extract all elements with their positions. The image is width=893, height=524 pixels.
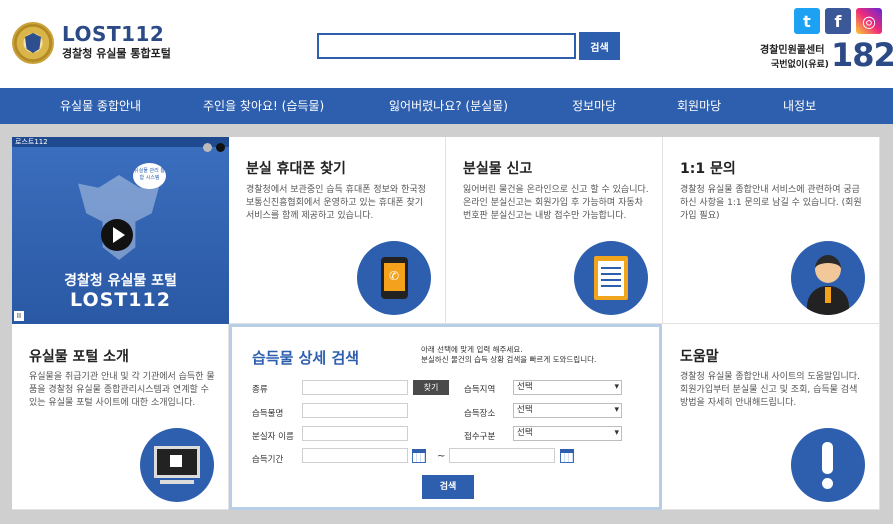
period-end-input[interactable] [449, 448, 555, 463]
label-kind: 종류 [252, 385, 268, 395]
video-top-label: 로스트112 [12, 137, 229, 147]
label-period: 습득기간 [252, 455, 284, 465]
place-select[interactable]: 선택 [513, 403, 622, 418]
card-inquiry-title: 1:1 문의 [680, 161, 736, 177]
counselor-icon [791, 241, 865, 315]
card-help-title: 도움말 [680, 349, 719, 365]
label-area: 습득지역 [464, 385, 496, 395]
facebook-icon[interactable]: f [825, 8, 851, 34]
card-help[interactable]: 도움말 경찰청 유실물 종합안내 사이트의 도움말입니다. 회원가입부터 분실물… [663, 324, 880, 510]
label-item-name: 습득물명 [252, 409, 284, 419]
logo-title[interactable]: LOST112 [62, 22, 164, 46]
card-report-title: 분실물 신고 [463, 161, 533, 177]
instagram-icon[interactable]: ◎ [856, 8, 882, 34]
card-phone-desc: 경찰청에서 보관중인 습득 휴대폰 정보와 한국정보통신진흥협회에서 운영하고 … [246, 185, 426, 221]
card-inquiry-desc: 경찰청 유실물 종합안내 서비스에 관련하여 궁금하신 사항을 1:1 문의로 … [680, 185, 862, 221]
main-nav: 유실물 종합안내 주인을 찾아요! (습득물) 잃어버렸나요? (분실물) 정보… [0, 88, 893, 124]
site-header: LOST112 경찰청 유실물 통합포털 검색 t f ◎ 경찰민원콜센터 국번… [0, 0, 893, 88]
search-button[interactable]: 검색 [579, 32, 620, 60]
phone-icon: ✆ [357, 241, 431, 315]
card-lost-report[interactable]: 분실물 신고 잃어버린 물건을 온라인으로 신고 할 수 있습니다. 온라인 분… [446, 137, 663, 324]
video-title-line1: 경찰청 유실물 포털 [64, 273, 177, 289]
report-clipboard-icon [574, 241, 648, 315]
area-select[interactable]: 선택 [513, 380, 622, 395]
kind-input[interactable] [302, 380, 408, 395]
search-note-line1: 아래 선택에 맞게 입력 해주세요. [421, 345, 523, 354]
search-panel-title: 습득물 상세 검색 [252, 349, 360, 367]
detail-search-button[interactable]: 검색 [422, 475, 474, 499]
card-help-desc: 경찰청 유실물 종합안내 사이트의 도움말입니다. 회원가입부터 분실물 신고 … [680, 372, 860, 408]
nav-item-members[interactable]: 회원마당 [677, 88, 721, 124]
call-center-label: 경찰민원콜센터 [760, 45, 825, 56]
receipt-select[interactable]: 선택 [513, 426, 622, 441]
calendar-start-icon[interactable] [412, 449, 426, 463]
period-tilde: ~ [437, 451, 446, 462]
period-start-input[interactable] [302, 448, 408, 463]
nav-item-info[interactable]: 정보마당 [572, 88, 616, 124]
card-report-desc: 잃어버린 물건을 온라인으로 신고 할 수 있습니다. 온라인 분실신고는 회원… [463, 185, 649, 221]
monitor-icon [140, 428, 214, 502]
twitter-icon[interactable]: t [794, 8, 820, 34]
search-panel-note: 아래 선택에 맞게 입력 해주세요. 분실하신 물건의 습득 상황 검색을 빠르… [421, 345, 596, 365]
nav-item-found[interactable]: 주인을 찾아요! (습득물) [203, 88, 324, 124]
card-portal-intro[interactable]: 유실물 포털 소개 유실물을 취급기관 안내 및 각 기관에서 습득한 물품을 … [12, 324, 229, 510]
card-phone-title: 분실 휴대폰 찾기 [246, 161, 346, 177]
call-center-number: 182 [831, 36, 893, 74]
calendar-end-icon[interactable] [560, 449, 574, 463]
card-intro-title: 유실물 포털 소개 [29, 349, 129, 365]
label-loser-name: 분실자 이름 [252, 432, 294, 442]
search-input[interactable] [317, 33, 576, 59]
label-receipt: 접수구분 [464, 432, 496, 442]
call-center-sub: 국번없이(유료) [771, 60, 829, 70]
video-badge: 유실물 관리 통합 시스템 [133, 163, 166, 189]
police-seal-icon[interactable] [12, 22, 54, 64]
nav-item-guide[interactable]: 유실물 종합안내 [60, 88, 141, 124]
pause-icon[interactable]: II [14, 311, 24, 321]
nav-item-lost[interactable]: 잃어버렸나요? (분실물) [389, 88, 508, 124]
exclamation-icon [791, 428, 865, 502]
card-inquiry[interactable]: 1:1 문의 경찰청 유실물 종합안내 서비스에 관련하여 궁금하신 사항을 1… [663, 137, 880, 324]
play-icon[interactable] [101, 219, 133, 251]
video-title-line2: LOST112 [70, 289, 171, 311]
card-intro-desc: 유실물을 취급기관 안내 및 각 기관에서 습득한 물품을 경찰청 유실물 종합… [29, 372, 215, 408]
logo-subtitle[interactable]: 경찰청 유실물 통합포털 [62, 45, 171, 61]
found-item-search-panel: 습득물 상세 검색 아래 선택에 맞게 입력 해주세요. 분실하신 물건의 습득… [229, 324, 662, 510]
find-kind-button[interactable]: 찾기 [413, 380, 449, 395]
slide-dot-2[interactable] [216, 143, 225, 152]
slide-dot-1[interactable] [203, 143, 212, 152]
label-place: 습득장소 [464, 409, 496, 419]
search-note-line2: 분실하신 물건의 습득 상황 검색을 빠르게 도와드립니다. [421, 355, 597, 364]
loser-name-input[interactable] [302, 426, 408, 441]
card-phone-search[interactable]: 분실 휴대폰 찾기 경찰청에서 보관중인 습득 휴대폰 정보와 한국정보통신진흥… [229, 137, 446, 324]
item-name-input[interactable] [302, 403, 408, 418]
nav-item-myinfo[interactable]: 내정보 [783, 88, 816, 124]
page: LOST112 경찰청 유실물 통합포털 검색 t f ◎ 경찰민원콜센터 국번… [0, 0, 893, 524]
